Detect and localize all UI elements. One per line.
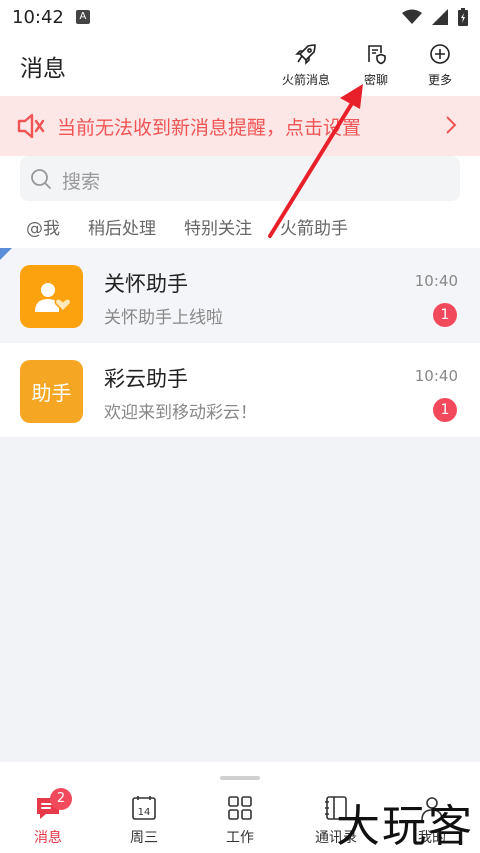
filter-rocket-assistant[interactable]: 火箭助手 (280, 214, 348, 239)
unread-badge: 1 (433, 303, 457, 327)
plus-circle-icon (430, 44, 450, 64)
nav-label: 周三 (130, 830, 158, 846)
signal-icon (432, 9, 448, 25)
banner-text: 当前无法收到新消息提醒，点击设置 (57, 117, 362, 139)
search-section: 搜索 @我 稍后处理 特别关注 火箭助手 (0, 156, 480, 248)
nav-label: 工作 (226, 830, 254, 846)
avatar-text: 助手 (31, 381, 72, 405)
secret-chat-button[interactable]: 密聊 (341, 42, 411, 88)
battery-icon (458, 8, 468, 26)
filter-special[interactable]: 特别关注 (184, 214, 252, 239)
nav-calendar[interactable]: 14 周三 (104, 794, 184, 847)
page-title: 消息 (20, 56, 66, 82)
secret-chat-label: 密聊 (363, 73, 388, 87)
filter-tabs: @我 稍后处理 特别关注 火箭助手 (26, 214, 376, 239)
status-time: 10:42 (12, 6, 64, 28)
speaker-muted-icon (17, 113, 45, 139)
more-button[interactable]: 更多 (405, 42, 475, 88)
status-indicator: A (75, 10, 90, 24)
chat-name: 关怀助手 (104, 272, 188, 296)
grid-icon (228, 796, 252, 820)
watermark: 大玩客 (336, 801, 474, 852)
chat-time: 10:40 (414, 367, 458, 385)
filter-later[interactable]: 稍后处理 (88, 214, 156, 239)
chevron-right-icon (446, 116, 457, 134)
wifi-icon (402, 9, 422, 24)
avatar (20, 265, 83, 328)
nav-label: 消息 (34, 830, 62, 846)
rocket-message-label: 火箭消息 (281, 73, 330, 87)
chat-row[interactable]: 助手 彩云助手 欢迎来到移动彩云！ 10:40 1 (0, 343, 480, 437)
avatar: 助手 (20, 360, 83, 423)
nav-messages[interactable]: 2 消息 (8, 788, 88, 847)
care-assistant-icon (34, 282, 71, 312)
status-bar: 10:42 A (0, 0, 480, 34)
rocket-icon (295, 44, 316, 65)
nav-unread-badge: 2 (50, 788, 72, 810)
filter-mentions[interactable]: @我 (26, 214, 60, 239)
nav-work[interactable]: 工作 (200, 794, 280, 847)
unread-badge: 1 (433, 398, 457, 422)
app-header: 消息 火箭消息 密聊 更多 (0, 34, 480, 96)
status-icons (402, 8, 468, 26)
more-label: 更多 (427, 73, 452, 87)
drag-handle[interactable] (220, 776, 260, 780)
chat-preview: 欢迎来到移动彩云！ (104, 403, 257, 423)
notification-banner[interactable]: 当前无法收到新消息提醒，点击设置 (0, 96, 480, 156)
chat-preview: 关怀助手上线啦 (104, 308, 223, 328)
calendar-day: 14 (138, 807, 151, 818)
chat-row[interactable]: 关怀助手 关怀助手上线啦 10:40 1 (0, 248, 480, 342)
secret-chat-icon (368, 45, 386, 65)
rocket-message-button[interactable]: 火箭消息 (271, 42, 341, 88)
calendar-icon: 14 (132, 796, 156, 820)
chat-time: 10:40 (414, 272, 458, 290)
search-icon (31, 169, 51, 189)
chat-name: 彩云助手 (104, 367, 188, 391)
search-placeholder: 搜索 (62, 171, 101, 193)
pinned-marker (0, 248, 12, 260)
search-input[interactable]: 搜索 (20, 156, 460, 201)
